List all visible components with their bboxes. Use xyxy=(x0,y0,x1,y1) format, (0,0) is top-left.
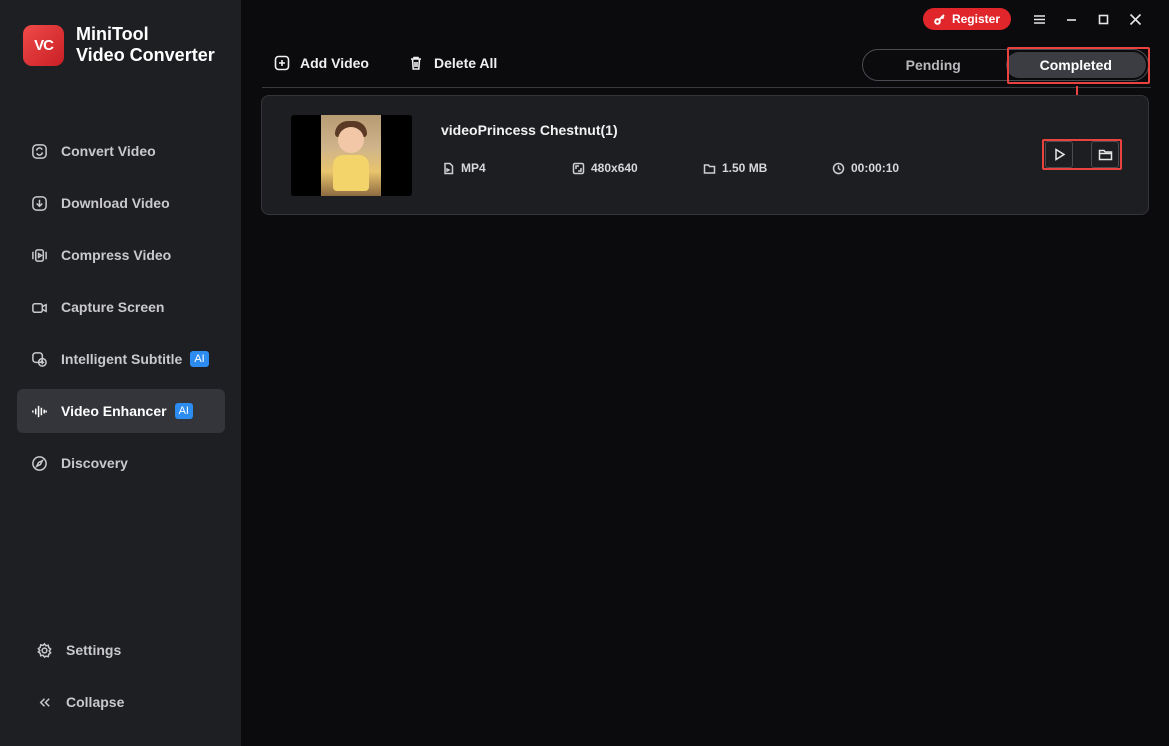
sidebar-item-intelligent-subtitle[interactable]: Intelligent Subtitle AI xyxy=(17,337,225,381)
open-folder-button[interactable] xyxy=(1091,141,1119,168)
sidebar: VC MiniTool Video Converter Convert Vide… xyxy=(0,0,241,746)
sidebar-item-label: Capture Screen xyxy=(61,299,165,315)
delete-all-label: Delete All xyxy=(434,55,498,71)
minimize-icon xyxy=(1066,18,1076,21)
collapse-button[interactable]: Collapse xyxy=(23,687,223,717)
compass-icon xyxy=(32,455,47,471)
close-button[interactable] xyxy=(1119,8,1151,30)
app-logo: VC xyxy=(23,24,64,66)
sidebar-item-label: Convert Video xyxy=(61,143,156,159)
key-icon xyxy=(934,14,945,25)
maximize-button[interactable] xyxy=(1087,8,1119,30)
file-icon xyxy=(444,162,454,174)
sidebar-item-convert-video[interactable]: Convert Video xyxy=(17,129,225,173)
collapse-label: Collapse xyxy=(66,694,125,710)
trash-icon xyxy=(411,56,421,70)
resolution-icon xyxy=(572,162,585,174)
size-value: 1.50 MB xyxy=(722,161,768,175)
subtitle-icon xyxy=(32,351,47,367)
compress-icon xyxy=(32,248,47,262)
ai-badge: AI xyxy=(190,351,209,367)
sidebar-item-label: Video Enhancer xyxy=(61,403,167,419)
double-chevron-left-icon xyxy=(39,697,50,707)
sidebar-item-label: Discovery xyxy=(61,455,128,471)
gear-icon xyxy=(37,642,52,658)
play-button[interactable] xyxy=(1045,141,1073,168)
convert-icon xyxy=(32,143,47,159)
play-icon xyxy=(1054,148,1065,161)
tab-completed[interactable]: Completed xyxy=(1005,52,1146,78)
settings-label: Settings xyxy=(66,642,122,658)
app-name-line2: Video Converter xyxy=(76,45,215,65)
close-icon xyxy=(1129,13,1141,25)
add-icon xyxy=(274,55,290,71)
menu-button[interactable] xyxy=(1023,8,1055,30)
video-title: videoPrincess Chestnut(1) xyxy=(441,122,618,138)
app-brand: VC MiniTool Video Converter xyxy=(23,24,215,66)
app-name-line1: MiniTool xyxy=(76,24,149,44)
resolution-info: 480x640 xyxy=(572,161,638,175)
sidebar-item-compress-video[interactable]: Compress Video xyxy=(17,233,225,277)
resolution-value: 480x640 xyxy=(591,161,638,175)
add-video-button[interactable]: Add Video xyxy=(274,55,369,71)
maximize-icon xyxy=(1098,14,1108,24)
clock-icon xyxy=(832,162,845,174)
format-info: MP4 xyxy=(442,161,486,175)
sidebar-item-video-enhancer[interactable]: Video Enhancer AI xyxy=(17,389,225,433)
item-actions-highlight xyxy=(1042,139,1122,170)
sidebar-nav: Convert Video Download Video Compress Vi… xyxy=(17,129,225,493)
camera-icon xyxy=(32,302,47,313)
waveform-icon xyxy=(32,405,47,417)
video-item-card: videoPrincess Chestnut(1) MP4 480x640 1.… xyxy=(261,95,1149,215)
size-info: 1.50 MB xyxy=(703,161,767,175)
settings-button[interactable]: Settings xyxy=(23,635,223,665)
duration-value: 00:00:10 xyxy=(851,161,900,175)
duration-info: 00:00:10 xyxy=(832,161,899,175)
tab-pending[interactable]: Pending xyxy=(863,50,1004,80)
folder-icon xyxy=(703,163,716,174)
delete-all-button[interactable]: Delete All xyxy=(408,55,497,71)
ai-badge: AI xyxy=(174,403,193,419)
add-video-label: Add Video xyxy=(300,55,369,71)
register-label: Register xyxy=(951,12,1000,26)
titlebar-controls: Register xyxy=(922,8,1151,30)
hamburger-menu-icon xyxy=(1033,14,1045,24)
format-value: MP4 xyxy=(461,161,486,175)
download-icon xyxy=(32,195,47,211)
thumbnail-image xyxy=(321,115,381,196)
sidebar-item-capture-screen[interactable]: Capture Screen xyxy=(17,285,225,329)
register-button[interactable]: Register xyxy=(922,8,1011,30)
app-name: MiniTool Video Converter xyxy=(76,24,215,66)
sidebar-item-download-video[interactable]: Download Video xyxy=(17,181,225,225)
sidebar-item-label: Intelligent Subtitle xyxy=(61,351,183,367)
folder-icon xyxy=(1098,149,1112,161)
sidebar-item-discovery[interactable]: Discovery xyxy=(17,441,225,485)
sidebar-item-label: Download Video xyxy=(61,195,170,211)
video-thumbnail xyxy=(291,115,412,196)
minimize-button[interactable] xyxy=(1055,8,1087,30)
sidebar-item-label: Compress Video xyxy=(61,247,172,263)
status-tabs: Pending Completed xyxy=(862,49,1149,81)
